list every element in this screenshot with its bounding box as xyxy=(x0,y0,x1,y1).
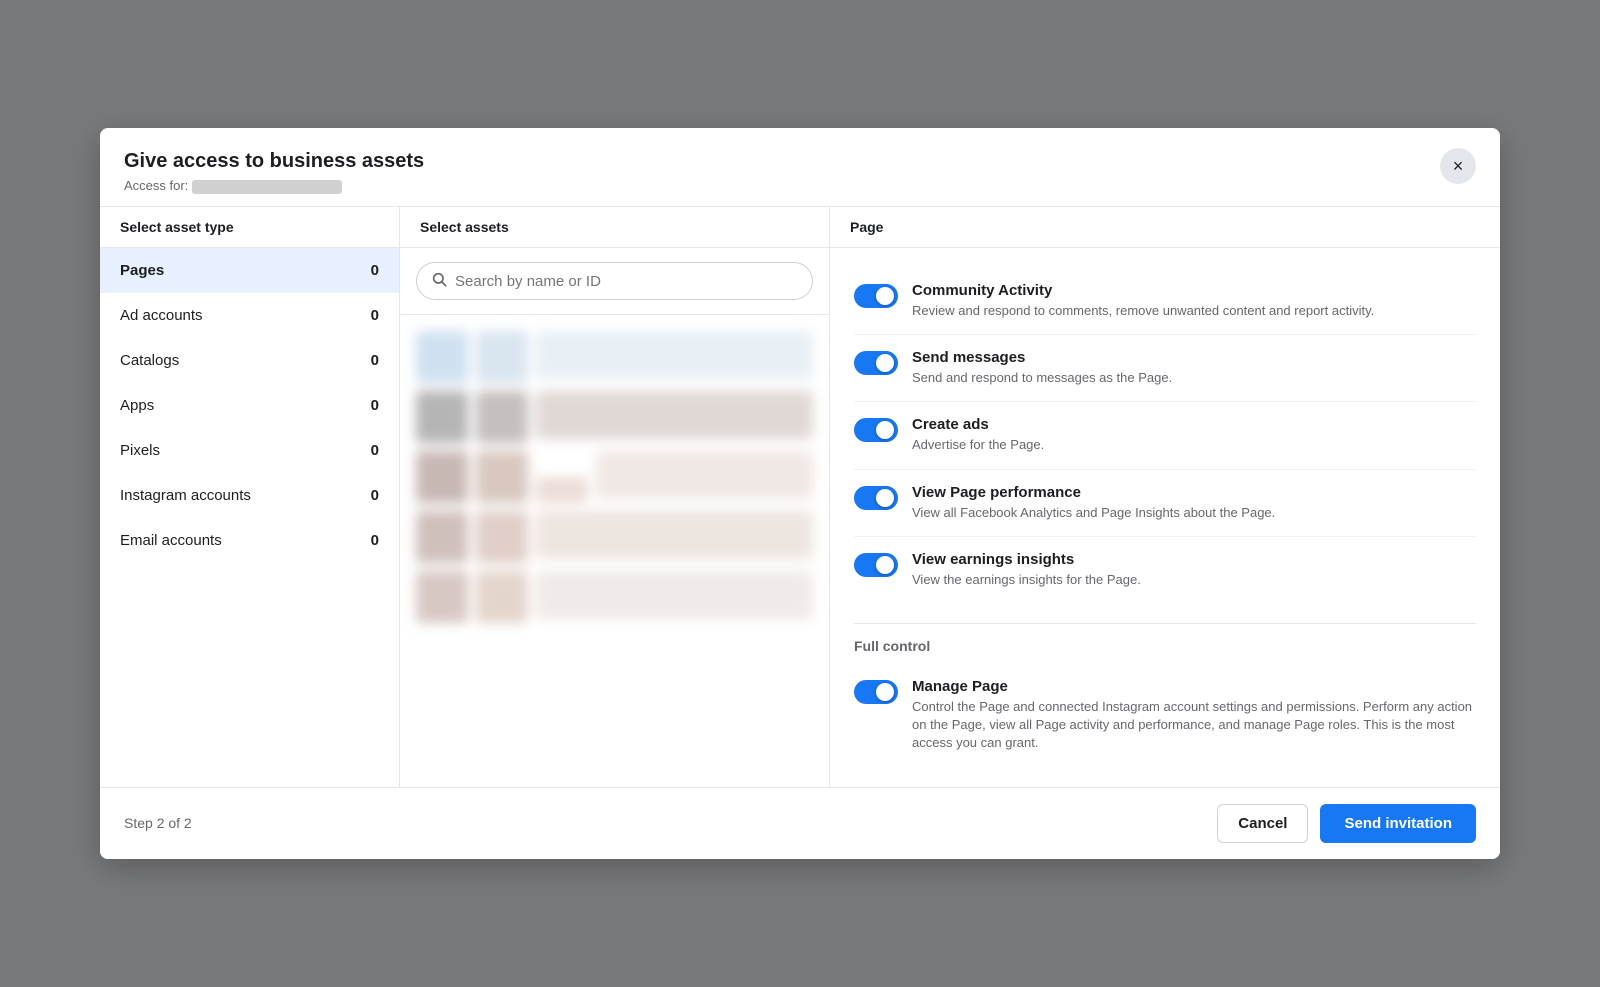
toggle-switch[interactable] xyxy=(854,418,898,442)
permission-info: Manage Page Control the Page and connect… xyxy=(912,678,1476,753)
permission-desc: View all Facebook Analytics and Page Ins… xyxy=(912,504,1275,522)
asset-type-label: Pixels xyxy=(120,442,160,459)
toggle-switch[interactable] xyxy=(854,284,898,308)
modal-dialog: Give access to business assets Access fo… xyxy=(100,128,1500,858)
permission-name: View Page performance xyxy=(912,484,1275,501)
modal-overlay: Give access to business assets Access fo… xyxy=(0,0,1600,987)
asset-type-label: Catalogs xyxy=(120,352,179,369)
permission-name: View earnings insights xyxy=(912,551,1141,568)
asset-type-label: Instagram accounts xyxy=(120,487,251,504)
permission-name: Community Activity xyxy=(912,282,1374,299)
search-input-wrapper[interactable] xyxy=(416,262,813,300)
permission-desc: Send and respond to messages as the Page… xyxy=(912,369,1172,387)
modal-body: Pages 0 Ad accounts 0 Catalogs 0 Apps 0 … xyxy=(100,248,1500,787)
permission-name: Send messages xyxy=(912,349,1172,366)
blurred-asset-list xyxy=(400,315,829,787)
asset-type-label: Ad accounts xyxy=(120,307,203,324)
redacted-name xyxy=(192,180,342,194)
permission-name: Create ads xyxy=(912,416,1044,433)
asset-type-col-header: Select asset type xyxy=(100,207,400,247)
permission-info: Send messages Send and respond to messag… xyxy=(912,349,1172,387)
modal-title: Give access to business assets xyxy=(124,148,424,174)
asset-count: 0 xyxy=(371,397,379,414)
toggle-page-performance[interactable] xyxy=(854,486,898,510)
search-box xyxy=(400,248,829,315)
column-headers: Select asset type Select assets Page xyxy=(100,207,1500,248)
modal-footer: Step 2 of 2 Cancel Send invitation xyxy=(100,787,1500,859)
permission-item-earnings: View earnings insights View the earnings… xyxy=(854,537,1476,603)
toggle-switch[interactable] xyxy=(854,553,898,577)
page-col-header: Page xyxy=(830,207,1500,247)
permission-desc: Control the Page and connected Instagram… xyxy=(912,698,1476,753)
step-label: Step 2 of 2 xyxy=(124,815,192,831)
asset-count: 0 xyxy=(371,352,379,369)
asset-type-label: Apps xyxy=(120,397,154,414)
permission-info: Community Activity Review and respond to… xyxy=(912,282,1374,320)
toggle-earnings-insights[interactable] xyxy=(854,553,898,577)
permission-info: Create ads Advertise for the Page. xyxy=(912,416,1044,454)
asset-type-item-pages[interactable]: Pages 0 xyxy=(100,248,399,293)
permission-item-create-ads: Create ads Advertise for the Page. xyxy=(854,402,1476,469)
asset-type-label: Pages xyxy=(120,262,164,279)
cancel-button[interactable]: Cancel xyxy=(1217,804,1308,843)
permission-item-messages: Send messages Send and respond to messag… xyxy=(854,335,1476,402)
asset-type-item-email[interactable]: Email accounts 0 xyxy=(100,518,399,563)
asset-type-label: Email accounts xyxy=(120,532,222,549)
asset-type-item-ad-accounts[interactable]: Ad accounts 0 xyxy=(100,293,399,338)
toggle-send-messages[interactable] xyxy=(854,351,898,375)
footer-actions: Cancel Send invitation xyxy=(1217,804,1476,843)
send-invitation-button[interactable]: Send invitation xyxy=(1320,804,1476,843)
asset-type-item-catalogs[interactable]: Catalogs 0 xyxy=(100,338,399,383)
permission-desc: Advertise for the Page. xyxy=(912,436,1044,454)
permission-info: View Page performance View all Facebook … xyxy=(912,484,1275,522)
toggle-manage-page[interactable] xyxy=(854,680,898,704)
asset-count: 0 xyxy=(371,262,379,279)
modal-header: Give access to business assets Access fo… xyxy=(100,128,1500,207)
permission-item-manage-page: Manage Page Control the Page and connect… xyxy=(854,664,1476,767)
search-input[interactable] xyxy=(455,273,798,290)
modal-subtitle: Access for: xyxy=(124,178,424,194)
asset-type-item-pixels[interactable]: Pixels 0 xyxy=(100,428,399,473)
permission-info: View earnings insights View the earnings… xyxy=(912,551,1141,589)
asset-type-column: Pages 0 Ad accounts 0 Catalogs 0 Apps 0 … xyxy=(100,248,400,787)
permission-desc: Review and respond to comments, remove u… xyxy=(912,302,1374,320)
asset-type-item-instagram[interactable]: Instagram accounts 0 xyxy=(100,473,399,518)
asset-count: 0 xyxy=(371,532,379,549)
asset-type-item-apps[interactable]: Apps 0 xyxy=(100,383,399,428)
page-permissions-column: Community Activity Review and respond to… xyxy=(830,248,1500,787)
asset-count: 0 xyxy=(371,307,379,324)
select-assets-column xyxy=(400,248,830,787)
full-control-section: Full control Manage Page Control the Pag… xyxy=(830,623,1500,787)
toggle-switch[interactable] xyxy=(854,486,898,510)
modal-title-area: Give access to business assets Access fo… xyxy=(124,148,424,194)
permission-name: Manage Page xyxy=(912,678,1476,695)
toggle-community-activity[interactable] xyxy=(854,284,898,308)
full-control-label: Full control xyxy=(854,623,1476,664)
permission-item-community: Community Activity Review and respond to… xyxy=(854,268,1476,335)
asset-count: 0 xyxy=(371,442,379,459)
toggle-switch[interactable] xyxy=(854,351,898,375)
close-button[interactable]: × xyxy=(1440,148,1476,184)
search-icon xyxy=(431,271,447,291)
toggle-create-ads[interactable] xyxy=(854,418,898,442)
permission-item-page-performance: View Page performance View all Facebook … xyxy=(854,470,1476,537)
permissions-section: Community Activity Review and respond to… xyxy=(830,248,1500,623)
asset-count: 0 xyxy=(371,487,379,504)
permission-desc: View the earnings insights for the Page. xyxy=(912,571,1141,589)
toggle-switch[interactable] xyxy=(854,680,898,704)
select-assets-col-header: Select assets xyxy=(400,207,830,247)
